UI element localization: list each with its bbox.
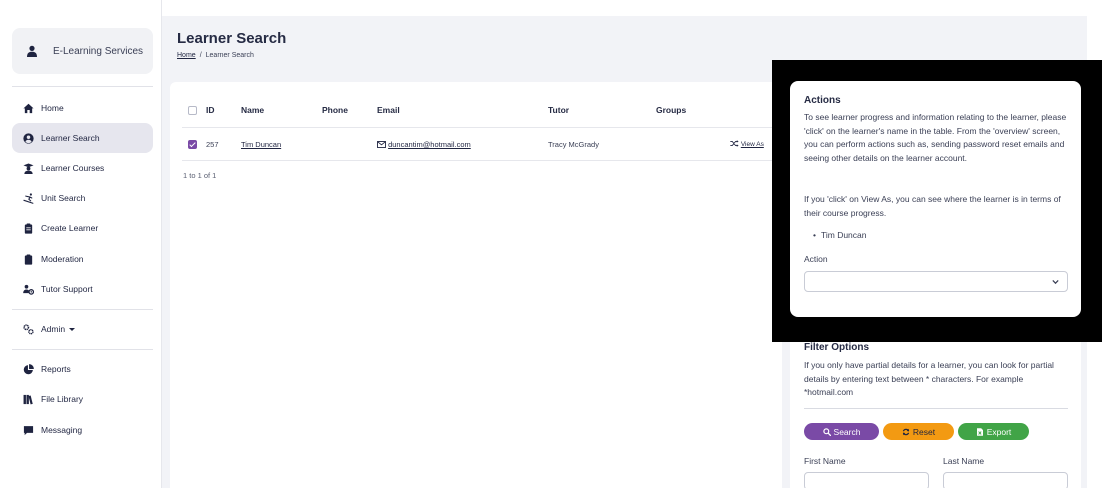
sidebar-item-label: Tutor Support <box>41 284 93 294</box>
cell-id: 257 <box>206 140 219 149</box>
view-as-instructions: If you 'click' on View As, you can see w… <box>804 194 1061 218</box>
sidebar-item-label: Reports <box>41 364 71 374</box>
users-cog-icon <box>23 284 34 295</box>
breadcrumb-current: Learner Search <box>205 52 254 59</box>
sidebar-item-label: Unit Search <box>41 193 86 203</box>
sync-icon <box>902 428 910 435</box>
sidebar-item-moderation[interactable]: Moderation <box>12 244 153 274</box>
email-link[interactable]: duncantim@hotmail.com <box>377 140 471 149</box>
actions-instructions: To see learner progress and information … <box>804 112 1067 163</box>
page-title: Learner Search <box>177 30 287 47</box>
sidebar: E-Learning Services Home Learner Search … <box>0 0 162 488</box>
sidebar-item-label: Moderation <box>41 254 84 264</box>
clipboard-icon <box>24 254 33 265</box>
sidebar-item-label: Learner Courses <box>41 163 105 173</box>
sidebar-item-tutor-support[interactable]: Tutor Support <box>12 274 153 304</box>
message-icon <box>23 425 34 435</box>
search-icon <box>822 427 831 436</box>
export-button[interactable]: Export <box>958 423 1029 440</box>
select-all-checkbox[interactable] <box>188 106 197 115</box>
view-as-link[interactable]: View As <box>730 140 764 148</box>
sidebar-item-label: Learner Search <box>41 133 100 143</box>
action-select[interactable] <box>804 271 1068 292</box>
last-name-input[interactable] <box>943 472 1068 488</box>
column-header-phone[interactable]: Phone <box>322 105 348 115</box>
column-header-id[interactable]: ID <box>206 105 215 115</box>
cogs-icon <box>23 323 34 334</box>
sidebar-divider <box>12 349 153 350</box>
column-header-tutor[interactable]: Tutor <box>548 105 569 115</box>
sidebar-item-unit-search[interactable]: Unit Search <box>12 183 153 213</box>
sidebar-item-label: Home <box>41 103 64 113</box>
breadcrumb: Home / Learner Search <box>177 52 254 59</box>
sidebar-item-file-library[interactable]: File Library <box>12 384 153 414</box>
table-row-divider <box>182 160 782 161</box>
first-name-input[interactable] <box>804 472 929 488</box>
row-checkbox[interactable] <box>188 140 197 149</box>
filter-divider <box>804 408 1068 409</box>
chevron-down-icon <box>1052 279 1059 285</box>
breadcrumb-home-link[interactable]: Home <box>177 52 196 59</box>
pagination-count: 1 to 1 of 1 <box>183 171 217 180</box>
user-circle-icon <box>23 132 34 144</box>
skier-icon <box>23 192 34 204</box>
envelope-icon <box>377 141 386 148</box>
filter-options-title: Filter Options <box>804 342 869 353</box>
sidebar-item-admin[interactable]: Admin <box>12 314 153 344</box>
caret-down-icon <box>69 328 76 332</box>
sidebar-item-label: File Library <box>41 394 84 404</box>
home-icon <box>23 103 34 113</box>
action-label: Action <box>804 254 828 264</box>
learner-name-link[interactable]: Tim Duncan <box>241 140 281 149</box>
user-icon <box>27 45 37 57</box>
books-icon <box>23 394 33 404</box>
column-header-email[interactable]: Email <box>377 105 400 115</box>
shuffle-icon <box>730 140 739 147</box>
graduate-icon <box>23 162 34 174</box>
cell-tutor: Tracy McGrady <box>548 140 599 149</box>
reset-button[interactable]: Reset <box>883 423 954 440</box>
sidebar-item-label: Messaging <box>41 425 83 435</box>
sidebar-item-reports[interactable]: Reports <box>12 354 153 384</box>
sidebar-item-label: Admin <box>41 324 76 334</box>
column-header-name[interactable]: Name <box>241 105 264 115</box>
user-card[interactable]: E-Learning Services <box>12 28 153 74</box>
sidebar-divider <box>12 309 153 310</box>
last-name-label: Last Name <box>943 456 985 466</box>
file-excel-icon <box>976 427 983 436</box>
column-header-groups[interactable]: Groups <box>656 105 686 115</box>
clipboard-icon <box>24 223 33 234</box>
table-header-divider <box>182 127 782 128</box>
selected-learner-item: Tim Duncan <box>813 230 867 240</box>
pie-chart-icon <box>23 363 34 374</box>
breadcrumb-separator: / <box>199 52 202 59</box>
search-button[interactable]: Search <box>804 423 879 440</box>
sidebar-item-learner-search[interactable]: Learner Search <box>12 123 153 153</box>
sidebar-item-label: Create Learner <box>41 223 99 233</box>
sidebar-item-create-learner[interactable]: Create Learner <box>12 213 153 243</box>
sidebar-divider <box>12 86 153 87</box>
first-name-label: First Name <box>804 456 846 466</box>
sidebar-item-learner-courses[interactable]: Learner Courses <box>12 153 153 183</box>
user-name: E-Learning Services <box>53 45 144 57</box>
filter-description: If you only have partial details for a l… <box>804 360 1054 398</box>
sidebar-item-messaging[interactable]: Messaging <box>12 415 153 445</box>
actions-title: Actions <box>804 95 841 106</box>
sidebar-item-home[interactable]: Home <box>12 93 153 123</box>
